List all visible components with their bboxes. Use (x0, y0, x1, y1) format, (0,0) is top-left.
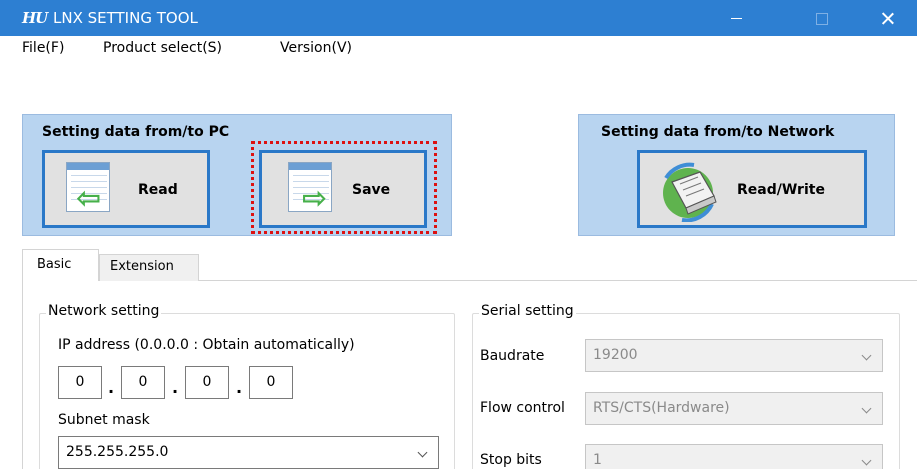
chevron-down-icon (861, 403, 872, 414)
network-panel-title: Setting data from/to Network (601, 124, 835, 140)
save-focus-highlight (251, 141, 437, 234)
baudrate-label: Baudrate (480, 348, 545, 364)
flow-control-value: RTS/CTS(Hardware) (593, 400, 730, 416)
ip-dot: . (236, 378, 243, 397)
maximize-button[interactable] (799, 0, 845, 36)
stop-bits-value: 1 (593, 452, 602, 468)
window-title: LNX SETTING TOOL (53, 9, 198, 27)
flow-control-label: Flow control (480, 400, 565, 416)
arrow-left-icon: ⇦ (76, 181, 102, 216)
subnet-mask-value: 255.255.255.0 (66, 444, 169, 460)
subnet-mask-select[interactable]: 255.255.255.0 (58, 436, 439, 469)
chevron-down-icon (861, 455, 872, 466)
tab-basic[interactable]: Basic (22, 249, 99, 281)
menu-version[interactable]: Version(V) (280, 40, 352, 56)
serial-setting-label: Serial setting (479, 303, 576, 319)
app-logo: HU (22, 9, 48, 27)
tab-basic-label: Basic (37, 257, 72, 272)
read-button-label: Read (138, 182, 178, 198)
pc-panel-title: Setting data from/to PC (42, 124, 230, 140)
chevron-down-icon (861, 350, 872, 361)
ip-octet-3-input[interactable]: 0 (185, 366, 229, 399)
tab-extension-label: Extension (110, 259, 174, 274)
flow-control-select[interactable]: RTS/CTS(Hardware) (585, 392, 883, 425)
ip-address-label: IP address (0.0.0.0 : Obtain automatical… (58, 337, 355, 353)
ip-octet-4-input[interactable]: 0 (249, 366, 293, 399)
chevron-down-icon (417, 447, 428, 458)
minimize-button[interactable] (714, 0, 760, 36)
ip-octet-1-input[interactable]: 0 (58, 366, 102, 399)
ip-dot: . (108, 378, 115, 397)
menu-file[interactable]: File(F) (22, 40, 64, 56)
stop-bits-label: Stop bits (480, 452, 542, 468)
subnet-mask-label: Subnet mask (58, 412, 150, 428)
baudrate-select[interactable]: 19200 (585, 339, 883, 372)
title-bar: HU LNX SETTING TOOL (0, 0, 917, 36)
stop-bits-select[interactable]: 1 (585, 444, 883, 469)
baudrate-value: 19200 (593, 347, 638, 363)
ip-dot: . (172, 378, 179, 397)
close-button[interactable] (864, 0, 910, 36)
read-write-button-label: Read/Write (737, 182, 825, 198)
ip-octet-2-input[interactable]: 0 (121, 366, 165, 399)
network-plug-icon (663, 162, 717, 222)
network-setting-label: Network setting (46, 303, 162, 319)
tab-extension[interactable]: Extension (99, 254, 199, 281)
menu-product-select[interactable]: Product select(S) (103, 40, 222, 56)
